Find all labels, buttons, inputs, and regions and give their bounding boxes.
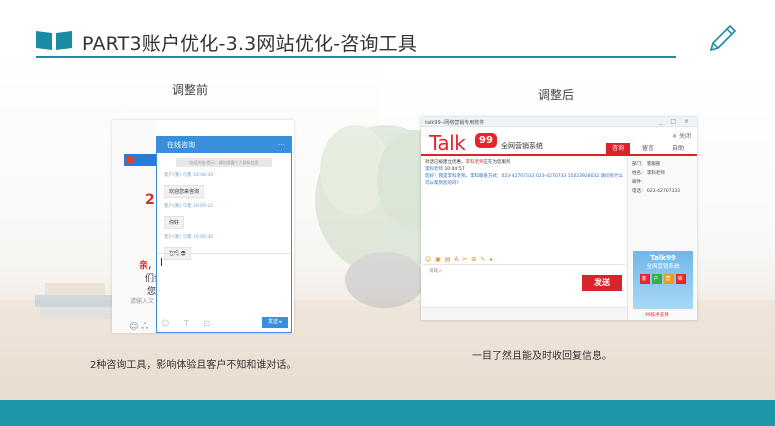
logo-icon — [126, 156, 134, 164]
info-phone: 电话： 023-42707333 — [632, 189, 681, 194]
chat-message-meta: 客户(我) 乌鲁 10:08:30 — [164, 173, 214, 178]
tech-support-link[interactable]: 99技术支持 — [645, 312, 669, 318]
before-screenshot: 2 亲, 们会 您. 请输入文 ☺ ஃ 在线咨询 … 欢迎光临·提示：请勿泄露个… — [112, 120, 294, 333]
chat-message-meta: 客户(我) 乌鲁 10:09:22 — [164, 204, 214, 209]
website-text-4: 请输入文 — [130, 298, 155, 305]
agent-info: 部门： 客服部 姓名： 李科老师 邮件： 电话： 023-42707333 — [628, 157, 697, 196]
chat-input[interactable] — [157, 253, 291, 313]
slide-title: PART3账户优化-3.3网站优化-咨询工具 — [82, 33, 418, 55]
agent-message-meta: 李科老师 10:44:57 — [425, 167, 465, 172]
window-titlebar: talk99--网络营销专用软件 _ □ × — [421, 117, 697, 127]
promo-block: 客 — [640, 274, 650, 284]
system-message: 对话已被建立优惠，李科老师正在为您服务 — [425, 160, 511, 165]
text-caret — [161, 258, 162, 266]
promo-block: 销 — [676, 274, 686, 284]
logo-subtitle: 全网营销系统 — [501, 142, 543, 150]
chat-message: 欢迎您来咨询 — [164, 185, 205, 198]
chat-toolbar-icons[interactable]: ☺ T ⊡ — [161, 319, 216, 328]
open-book-icon — [36, 31, 72, 50]
title-underline — [36, 56, 676, 58]
after-label: 调整后 — [538, 88, 575, 102]
website-text-1: 亲, — [139, 261, 152, 271]
close-button[interactable]: ✕ 关闭 — [672, 131, 691, 140]
promo-banner[interactable]: Talk99 全网营销系统 客户营销 — [633, 251, 693, 309]
chat-toolbar-icons[interactable]: ☺ ▣ ▤ A ✂ ⊞ ✎ ◂ — [425, 256, 493, 263]
before-caption: 2种咨询工具，影响体验且客户不知和谁对话。 — [90, 360, 297, 371]
promo-subtitle: 全网营销系统 — [646, 264, 680, 270]
window-title: talk99--网络营销专用软件 — [425, 120, 485, 126]
chat-message-meta: 客户(我) 乌鲁 10:09:36 — [164, 235, 214, 240]
agent-message: 您好！我是李科老师，李科联系方式：023-42707333 023-427073… — [425, 174, 624, 186]
info-name: 姓名： 李科老师 — [632, 171, 665, 176]
after-caption: 一目了然且能及时收回复信息。 — [472, 351, 612, 362]
website-emoji-icon: ☺ ஃ — [129, 322, 149, 332]
chat-title: 在线咨询 — [167, 141, 195, 149]
chat-message: 你好 — [164, 216, 185, 229]
window-bottom-bar — [421, 307, 627, 320]
info-email: 邮件： — [632, 180, 646, 185]
send-button[interactable]: 发送 — [582, 275, 622, 291]
after-screenshot: talk99--网络营销专用软件 _ □ × Talk 99 全网营销系统 ✕ … — [421, 117, 697, 320]
website-header-bar — [124, 154, 157, 166]
promo-blocks: 客户营销 — [633, 274, 693, 284]
talk99-logo-badge: 99 — [475, 133, 497, 148]
promo-title: Talk99 — [650, 254, 676, 262]
tab-message[interactable]: 留言 — [636, 143, 660, 154]
pencil-icon[interactable] — [705, 22, 739, 56]
chat-transcript: 对话已被建立优惠，李科老师正在为您服务 李科老师 10:44:57 您好！我是李… — [425, 159, 625, 187]
promo-block: 户 — [652, 274, 662, 284]
talk99-logo-text: Talk — [429, 131, 466, 155]
footer-bar — [0, 400, 775, 426]
chat-send-button[interactable]: 发送 ▸ — [262, 317, 288, 328]
chat-header: 在线咨询 … — [157, 137, 291, 153]
tab-self-service[interactable]: 自助 — [666, 143, 690, 154]
tab-consult[interactable]: 咨询 — [606, 143, 630, 154]
online-chat-widget: 在线咨询 … 欢迎光临·提示：请勿泄露个人隐私信息 客户(我) 乌鲁 10:08… — [156, 136, 292, 333]
info-dept: 部门： 客服部 — [632, 162, 661, 167]
chat-menu-icon[interactable]: … — [278, 139, 285, 147]
before-label: 调整前 — [172, 83, 209, 97]
agent-info-panel: 部门： 客服部 姓名： 李科老师 邮件： 电话： 023-42707333 Ta… — [627, 157, 697, 320]
website-number: 2 — [145, 192, 155, 208]
input-placeholder: 请输入 — [429, 269, 443, 274]
slide-header: PART3账户优化-3.3网站优化-咨询工具 — [0, 0, 775, 60]
header-divider — [421, 154, 697, 156]
promo-block: 营 — [664, 274, 674, 284]
chat-notice: 欢迎光临·提示：请勿泄露个人隐私信息 — [176, 158, 272, 167]
window-controls[interactable]: _ □ × — [659, 118, 692, 125]
